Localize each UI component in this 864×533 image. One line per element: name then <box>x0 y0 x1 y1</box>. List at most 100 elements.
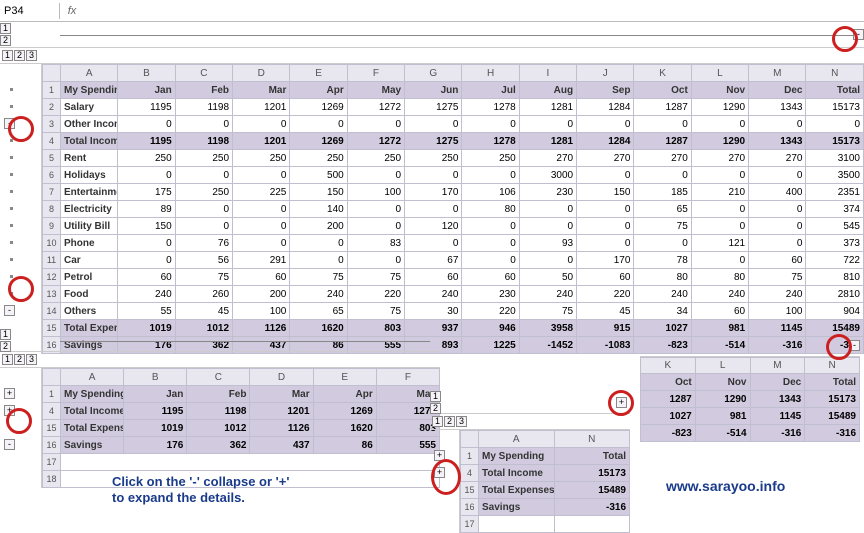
data-cell[interactable]: 1278 <box>462 99 519 116</box>
data-cell[interactable]: 0 <box>118 252 175 269</box>
data-cell[interactable]: 270 <box>519 150 576 167</box>
data-cell[interactable]: 75 <box>290 269 347 286</box>
data-cell[interactable]: 0 <box>749 201 806 218</box>
data-cell[interactable]: 0 <box>519 218 576 235</box>
formula-input[interactable] <box>84 9 864 13</box>
data-cell[interactable]: 1284 <box>577 99 634 116</box>
data-cell[interactable]: 1272 <box>347 99 404 116</box>
data-cell[interactable]: 1201 <box>233 99 290 116</box>
data-cell[interactable]: 100 <box>233 303 290 320</box>
data-cell[interactable]: -1083 <box>577 337 634 354</box>
data-cell[interactable]: 1201 <box>233 133 290 150</box>
data-cell[interactable]: 0 <box>347 218 404 235</box>
data-cell[interactable]: 270 <box>634 150 691 167</box>
data-cell[interactable]: 0 <box>462 167 519 184</box>
row-group-expand-button[interactable]: + <box>616 397 627 408</box>
data-cell[interactable]: 220 <box>577 286 634 303</box>
data-cell[interactable]: 0 <box>634 167 691 184</box>
data-cell[interactable]: 0 <box>749 116 806 133</box>
header-cell[interactable]: Mar <box>233 82 290 99</box>
header-cell[interactable]: Jan <box>118 82 175 99</box>
header-cell[interactable]: Dec <box>749 82 806 99</box>
data-cell[interactable]: 0 <box>749 167 806 184</box>
data-cell[interactable]: 1290 <box>691 99 748 116</box>
data-cell[interactable]: 0 <box>806 116 864 133</box>
data-cell[interactable]: 67 <box>405 252 462 269</box>
data-cell[interactable]: 1287 <box>634 133 691 150</box>
col-group-collapse-button[interactable]: - <box>849 340 860 351</box>
data-cell[interactable]: 250 <box>118 150 175 167</box>
data-cell[interactable]: 0 <box>577 218 634 235</box>
header-cell[interactable]: Apr <box>290 82 347 99</box>
row-label[interactable]: Salary <box>61 99 118 116</box>
data-cell[interactable]: 250 <box>233 150 290 167</box>
data-cell[interactable]: 0 <box>290 116 347 133</box>
row-group-expand-button[interactable]: + <box>4 388 15 399</box>
row-group-expand-button[interactable]: + <box>434 450 445 461</box>
row-header[interactable]: 3 <box>43 116 61 133</box>
row-label[interactable]: Petrol <box>61 269 118 286</box>
col-outline-level-1[interactable]: 1 <box>0 329 11 340</box>
data-cell[interactable]: 75 <box>175 269 232 286</box>
data-cell[interactable]: 15489 <box>806 320 864 337</box>
data-cell[interactable]: 60 <box>577 269 634 286</box>
data-cell[interactable]: 0 <box>749 235 806 252</box>
col-outline-level-1[interactable]: 1 <box>0 23 11 34</box>
data-cell[interactable]: 60 <box>462 269 519 286</box>
data-cell[interactable]: 260 <box>175 286 232 303</box>
data-cell[interactable]: 100 <box>347 184 404 201</box>
data-cell[interactable]: 0 <box>290 252 347 269</box>
data-cell[interactable]: 250 <box>347 150 404 167</box>
col-header[interactable]: D <box>233 65 290 82</box>
data-cell[interactable]: 400 <box>749 184 806 201</box>
data-cell[interactable]: 60 <box>405 269 462 286</box>
data-cell[interactable]: 60 <box>233 269 290 286</box>
row-header[interactable]: 12 <box>43 269 61 286</box>
data-cell[interactable]: 1272 <box>347 133 404 150</box>
data-cell[interactable]: 0 <box>519 201 576 218</box>
data-cell[interactable]: 0 <box>233 167 290 184</box>
data-cell[interactable]: 240 <box>634 286 691 303</box>
row-outline-level-3[interactable]: 3 <box>26 354 37 365</box>
data-cell[interactable]: 121 <box>691 235 748 252</box>
row-group-expand-button[interactable]: + <box>4 405 15 416</box>
data-cell[interactable]: 240 <box>691 286 748 303</box>
data-cell[interactable]: 240 <box>118 286 175 303</box>
row-label[interactable]: Total Income <box>61 133 118 150</box>
row-label[interactable]: Car <box>61 252 118 269</box>
data-cell[interactable]: 545 <box>806 218 864 235</box>
data-cell[interactable]: 3000 <box>519 167 576 184</box>
row-header[interactable]: 4 <box>43 133 61 150</box>
data-cell[interactable]: 0 <box>519 252 576 269</box>
data-cell[interactable]: 1284 <box>577 133 634 150</box>
header-cell[interactable]: Oct <box>634 82 691 99</box>
col-header[interactable]: H <box>462 65 519 82</box>
row-outline-level-1[interactable]: 1 <box>2 354 13 365</box>
col-header[interactable]: N <box>806 65 864 82</box>
row-header[interactable]: 11 <box>43 252 61 269</box>
row-header[interactable]: 1 <box>43 82 61 99</box>
data-cell[interactable]: 34 <box>634 303 691 320</box>
col-header[interactable]: F <box>347 65 404 82</box>
data-cell[interactable]: 270 <box>749 150 806 167</box>
col-header[interactable]: L <box>691 65 748 82</box>
data-cell[interactable]: 250 <box>405 150 462 167</box>
name-box[interactable]: P34 <box>0 3 60 19</box>
row-label[interactable]: Entertainment <box>61 184 118 201</box>
col-outline-level-2[interactable]: 2 <box>0 35 11 46</box>
row-header[interactable]: 10 <box>43 235 61 252</box>
data-cell[interactable]: 0 <box>233 116 290 133</box>
data-cell[interactable]: 3958 <box>519 320 576 337</box>
data-cell[interactable]: 170 <box>405 184 462 201</box>
row-header[interactable]: 2 <box>43 99 61 116</box>
header-cell[interactable]: Aug <box>519 82 576 99</box>
row-outline-level-3[interactable]: 3 <box>26 50 37 61</box>
data-cell[interactable]: 0 <box>347 201 404 218</box>
data-cell[interactable]: 170 <box>577 252 634 269</box>
data-cell[interactable]: 0 <box>118 235 175 252</box>
data-cell[interactable]: 810 <box>806 269 864 286</box>
data-cell[interactable]: 1290 <box>691 133 748 150</box>
data-cell[interactable]: 75 <box>347 269 404 286</box>
data-cell[interactable]: 1195 <box>118 133 175 150</box>
data-cell[interactable]: 100 <box>749 303 806 320</box>
